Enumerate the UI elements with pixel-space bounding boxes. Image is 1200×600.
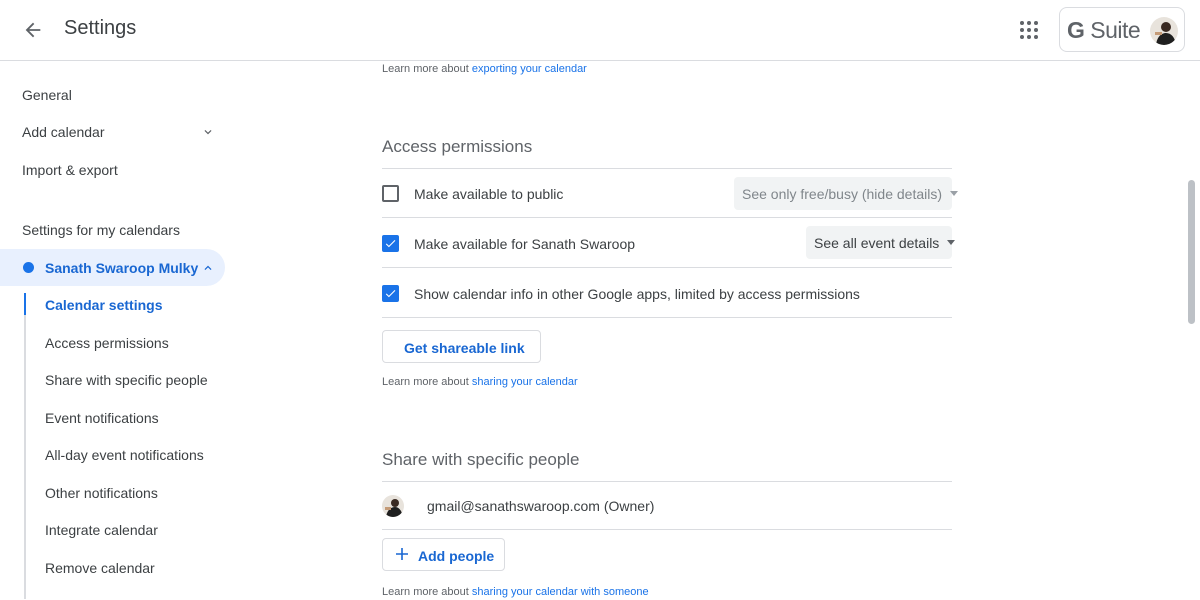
- public-detail-select[interactable]: See only free/busy (hide details): [734, 177, 958, 210]
- org-checkbox[interactable]: [382, 235, 399, 252]
- caret-down-icon: [950, 190, 958, 196]
- check-icon: [385, 290, 396, 298]
- google-apps-label: Show calendar info in other Google apps,…: [414, 286, 860, 302]
- divider: [382, 267, 952, 268]
- subnav-calendar-settings[interactable]: Calendar settings: [45, 297, 162, 313]
- export-learn-link[interactable]: exporting your calendar: [472, 63, 587, 75]
- someone-learn-more: Learn more about sharing your calendar w…: [382, 586, 649, 598]
- g-logo-letter: G: [1067, 17, 1085, 43]
- learn-more-prefix: Learn more about: [382, 376, 472, 388]
- top-app-bar: Settings G Suite: [0, 0, 1200, 61]
- google-apps-checkbox[interactable]: [382, 285, 399, 302]
- subnav-event-notifications[interactable]: Event notifications: [45, 410, 159, 426]
- g-suite-logo: G Suite: [1067, 17, 1141, 44]
- org-label: Make available for Sanath Swaroop: [414, 236, 636, 252]
- chevron-up-icon[interactable]: [201, 261, 215, 275]
- plus-icon: [395, 547, 409, 561]
- subnav-access-permissions[interactable]: Access permissions: [45, 335, 169, 351]
- subnav-other-notifications[interactable]: Other notifications: [45, 485, 158, 501]
- access-permissions-heading: Access permissions: [382, 137, 533, 156]
- subnav-remove-calendar[interactable]: Remove calendar: [45, 560, 155, 576]
- back-arrow-icon[interactable]: [22, 19, 44, 41]
- add-people-button[interactable]: Add people: [382, 538, 505, 571]
- add-people-label: Add people: [418, 548, 495, 564]
- calendar-color-dot: [23, 262, 34, 273]
- public-label: Make available to public: [414, 186, 564, 202]
- share-people-heading: Share with specific people: [382, 450, 580, 469]
- avatar: [382, 495, 404, 517]
- subnav-rail: [24, 293, 26, 599]
- settings-content: Learn more about exporting your calendar…: [382, 61, 958, 600]
- export-learn-more: Learn more about exporting your calendar: [382, 63, 587, 75]
- subnav-active-indicator: [24, 293, 26, 315]
- learn-more-prefix: Learn more about: [382, 63, 472, 75]
- org-select-value: See all event details: [814, 235, 940, 251]
- calendar-item-sanath[interactable]: Sanath Swaroop Mulky: [0, 249, 225, 286]
- sharing-learn-more: Learn more about sharing your calendar: [382, 376, 578, 388]
- sharing-learn-link[interactable]: sharing your calendar: [472, 376, 578, 388]
- divider: [382, 481, 952, 482]
- check-icon: [385, 240, 396, 248]
- divider: [382, 529, 952, 530]
- settings-sidebar: General Add calendar Import & export Set…: [0, 61, 260, 600]
- person-entry: gmail@sanathswaroop.com (Owner): [427, 498, 655, 514]
- scrollbar[interactable]: [1188, 180, 1195, 324]
- learn-more-prefix: Learn more about: [382, 586, 472, 598]
- my-calendars-heading: Settings for my calendars: [22, 222, 180, 238]
- apps-grid-icon[interactable]: [1019, 20, 1039, 40]
- avatar[interactable]: [1150, 17, 1178, 45]
- chevron-down-icon[interactable]: [201, 125, 215, 139]
- account-switcher[interactable]: G Suite: [1059, 7, 1185, 52]
- caret-down-icon: [947, 239, 956, 245]
- someone-learn-link[interactable]: sharing your calendar with someone: [472, 586, 649, 598]
- subnav-all-day-notifications[interactable]: All-day event notifications: [45, 447, 204, 463]
- nav-general[interactable]: General: [22, 87, 72, 103]
- subnav-share-with-people[interactable]: Share with specific people: [45, 372, 208, 388]
- divider: [382, 168, 952, 169]
- subnav-integrate-calendar[interactable]: Integrate calendar: [45, 522, 158, 538]
- org-detail-select[interactable]: See all event details: [806, 226, 956, 259]
- divider: [382, 217, 952, 218]
- public-select-value: See only free/busy (hide details): [742, 186, 942, 202]
- get-shareable-link-button[interactable]: Get shareable link: [382, 330, 541, 363]
- public-checkbox[interactable]: [382, 185, 399, 202]
- suite-label: Suite: [1090, 17, 1141, 43]
- nav-import-export[interactable]: Import & export: [22, 162, 118, 178]
- nav-add-calendar[interactable]: Add calendar: [22, 124, 105, 140]
- divider: [382, 317, 952, 318]
- calendar-name: Sanath Swaroop Mulky: [45, 260, 199, 276]
- page-title: Settings: [64, 17, 137, 39]
